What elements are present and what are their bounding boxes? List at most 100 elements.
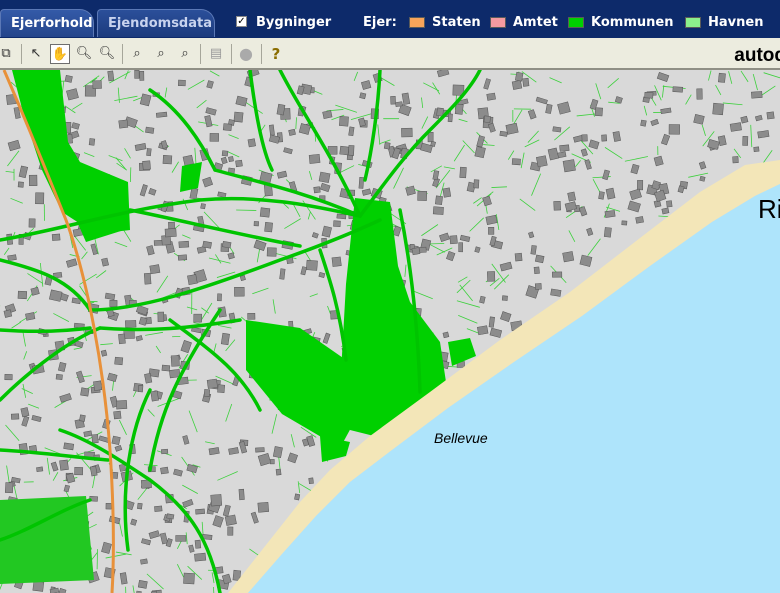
building bbox=[160, 466, 169, 475]
building bbox=[449, 235, 458, 245]
map-svg[interactable] bbox=[0, 70, 780, 593]
building bbox=[696, 88, 703, 100]
building bbox=[35, 192, 45, 205]
building bbox=[266, 247, 277, 257]
tab-ejerforhold[interactable]: Ejerforhold bbox=[0, 9, 94, 37]
building bbox=[247, 312, 256, 320]
zoom-in-icon[interactable]: 🔍︎ bbox=[74, 44, 94, 64]
building bbox=[459, 166, 467, 179]
building bbox=[552, 126, 562, 133]
zoom-out-icon[interactable]: 🔍︎ bbox=[97, 44, 117, 64]
map-toolbar: ⧉ ↖ ✋ 🔍︎ 🔍︎ ⌕ ⌕ ⌕ ▤ ● ? autod bbox=[0, 38, 780, 70]
building bbox=[146, 148, 152, 157]
building bbox=[210, 494, 223, 507]
building bbox=[522, 77, 530, 87]
building bbox=[209, 133, 219, 142]
building bbox=[435, 195, 443, 206]
building bbox=[418, 246, 427, 253]
building bbox=[487, 271, 496, 282]
building bbox=[621, 220, 628, 226]
building bbox=[203, 389, 211, 397]
building bbox=[530, 245, 537, 255]
building bbox=[346, 154, 353, 161]
building bbox=[28, 174, 38, 187]
building bbox=[511, 158, 521, 166]
building bbox=[48, 289, 63, 302]
building bbox=[308, 477, 314, 485]
building bbox=[25, 312, 36, 321]
building bbox=[140, 558, 148, 565]
building bbox=[139, 70, 145, 81]
building bbox=[298, 123, 311, 135]
building bbox=[195, 508, 205, 515]
building bbox=[501, 295, 508, 301]
building bbox=[757, 130, 770, 139]
zoom-out-box-icon[interactable]: ⌕ bbox=[151, 44, 171, 64]
building bbox=[581, 134, 588, 142]
building bbox=[699, 175, 706, 182]
building bbox=[183, 572, 195, 585]
building bbox=[477, 325, 489, 336]
zoom-clear-icon[interactable]: ⌕ bbox=[175, 44, 195, 64]
building bbox=[417, 190, 428, 201]
building bbox=[194, 539, 202, 549]
building bbox=[20, 407, 30, 418]
building bbox=[155, 111, 168, 118]
building bbox=[233, 111, 244, 123]
building bbox=[305, 259, 318, 271]
building bbox=[766, 111, 775, 120]
building bbox=[514, 71, 524, 82]
building bbox=[672, 86, 684, 93]
building bbox=[154, 505, 163, 512]
building bbox=[59, 459, 69, 471]
building bbox=[427, 132, 434, 143]
buildings-checkbox[interactable]: ✓ bbox=[236, 16, 247, 27]
building bbox=[712, 102, 724, 116]
building bbox=[533, 266, 540, 275]
map-canvas[interactable]: Bellevue Ri bbox=[0, 70, 780, 593]
help-icon[interactable]: ? bbox=[266, 44, 286, 64]
building bbox=[264, 222, 273, 233]
building bbox=[331, 256, 342, 267]
building bbox=[718, 72, 726, 83]
building bbox=[454, 103, 464, 115]
place-label-bellevue: Bellevue bbox=[434, 430, 488, 446]
building bbox=[275, 468, 282, 476]
copy-icon[interactable]: ⧉ bbox=[0, 44, 16, 64]
building bbox=[178, 240, 190, 248]
building bbox=[432, 206, 444, 215]
stop-icon[interactable]: ● bbox=[236, 44, 256, 64]
building bbox=[170, 355, 180, 367]
building bbox=[534, 283, 542, 290]
tab-ejendomsdata[interactable]: Ejendomsdata bbox=[97, 9, 215, 37]
building bbox=[604, 210, 616, 218]
building bbox=[640, 119, 647, 127]
building bbox=[28, 218, 36, 228]
zoom-in-box-icon[interactable]: ⌕ bbox=[127, 44, 147, 64]
pointer-icon[interactable]: ↖ bbox=[26, 44, 46, 64]
pan-hand-icon[interactable]: ✋ bbox=[50, 44, 70, 64]
building bbox=[276, 103, 286, 116]
building bbox=[259, 207, 271, 218]
building bbox=[753, 146, 760, 152]
building bbox=[220, 332, 230, 346]
building bbox=[383, 142, 391, 150]
building bbox=[603, 227, 612, 238]
building bbox=[36, 466, 44, 473]
building bbox=[567, 191, 576, 202]
building bbox=[88, 138, 96, 146]
building bbox=[4, 482, 14, 494]
building bbox=[161, 448, 169, 455]
building bbox=[442, 331, 450, 339]
print-icon[interactable]: ▤ bbox=[206, 44, 226, 64]
building bbox=[238, 488, 245, 501]
building bbox=[93, 380, 103, 391]
building bbox=[390, 95, 396, 105]
building bbox=[221, 150, 229, 157]
legend-swatch-amtet bbox=[490, 17, 506, 28]
building bbox=[227, 526, 234, 536]
building bbox=[322, 110, 333, 119]
toolbar-separator bbox=[261, 44, 262, 64]
building bbox=[55, 373, 63, 381]
place-label-partial: Ri bbox=[758, 194, 780, 224]
